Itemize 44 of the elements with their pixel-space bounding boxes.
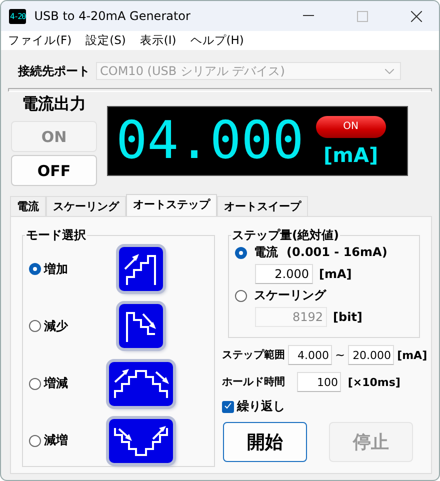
unit-label: [mA] (324, 142, 378, 166)
menu-item[interactable]: ヘルプ(H) (190, 33, 244, 48)
range-separator: ~ (335, 348, 346, 362)
unit-label: [×10ms] (346, 376, 400, 388)
radio-option[interactable]: 電流 (0.001 - 16mA) (235, 244, 413, 261)
stairs-icon[interactable] (119, 247, 163, 292)
range-to-field[interactable]: 20.000 (348, 345, 394, 365)
mode-radio[interactable]: 増減 (29, 375, 68, 392)
menu-item[interactable]: 設定(S) (86, 33, 126, 48)
output-label: 電流出力 (21, 94, 87, 115)
output-indicator: ON (316, 116, 386, 138)
hold-time-field[interactable]: 100 (297, 372, 341, 392)
port-label: 接続先ポート (18, 62, 90, 80)
chevron-icon (385, 68, 394, 74)
repeat-checkbox[interactable]: 繰り返し (222, 398, 420, 415)
stairs-icon[interactable] (109, 362, 173, 406)
group-title: モード選択 (25, 227, 87, 244)
range-from-field[interactable]: 4.000 (288, 345, 332, 365)
menu-item[interactable]: ファイル(F) (8, 33, 72, 48)
check-icon (224, 402, 232, 410)
window-title: USB to 4-20mA Generator (34, 9, 192, 23)
field-label: ステップ範囲 (222, 348, 285, 362)
tab[interactable]: オートスイープ (217, 196, 308, 217)
mode-radio[interactable]: 減少 (29, 318, 68, 335)
mode-radio[interactable]: 増加 (29, 260, 68, 278)
stairs-icon[interactable] (109, 418, 173, 463)
tab[interactable]: オートステップ (126, 194, 217, 217)
unit-label: [mA] (397, 348, 428, 362)
stairs-icon[interactable] (119, 304, 163, 348)
step-input[interactable]: 2.000 (255, 264, 313, 284)
output-button[interactable]: OFF (11, 155, 97, 186)
field-label: ホールド時間 (222, 375, 286, 389)
unit-label: [bit] (333, 310, 362, 324)
current-reading: 04.000 (116, 113, 304, 169)
mode-radio[interactable]: 減増 (29, 432, 68, 450)
tab[interactable]: 電流 (10, 196, 46, 217)
close-icon[interactable] (410, 10, 422, 22)
tab[interactable]: スケーリング (46, 196, 126, 217)
action-button[interactable]: 開始 (223, 422, 307, 462)
app-icon: 4-20 (9, 8, 26, 24)
unit-label: [mA] (319, 267, 352, 281)
minimize-icon[interactable] (302, 15, 314, 17)
menu-item[interactable]: 表示(I) (140, 33, 176, 48)
group-title: ステップ量(絶対値) (231, 227, 340, 244)
